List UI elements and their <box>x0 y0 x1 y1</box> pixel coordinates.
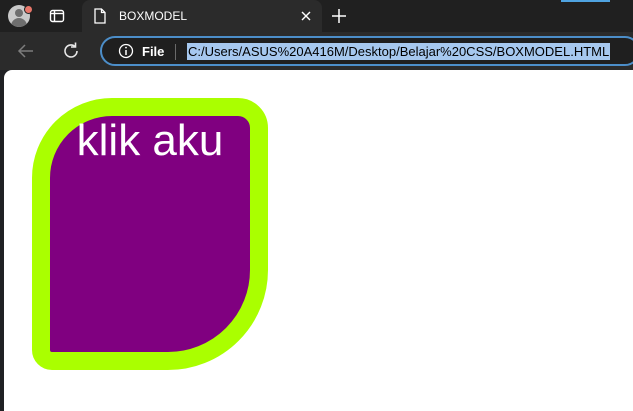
page-icon <box>94 8 106 29</box>
close-icon[interactable] <box>300 9 312 27</box>
klik-aku-box[interactable]: klik aku <box>32 98 268 370</box>
tab-title: BOXMODEL <box>119 9 188 23</box>
tab-boxmodel[interactable]: BOXMODEL <box>82 0 322 32</box>
plus-icon[interactable] <box>331 8 347 29</box>
avatar-body <box>11 18 27 27</box>
window-accent <box>561 0 610 2</box>
info-icon[interactable] <box>118 43 134 64</box>
address-bar[interactable]: File C:/Users/ASUS%20A416M/Desktop/Belaj… <box>100 36 633 66</box>
tab-strip: BOXMODEL <box>0 0 633 32</box>
url-text[interactable]: C:/Users/ASUS%20A416M/Desktop/Belajar%20… <box>187 43 611 60</box>
omnibox-divider <box>175 44 176 60</box>
avatar-head <box>15 9 23 17</box>
security-chip-label[interactable]: File <box>142 44 164 60</box>
profile-status-dot <box>24 5 33 14</box>
tab-actions-icon[interactable] <box>49 8 65 24</box>
page-viewport: klik aku <box>4 70 633 411</box>
